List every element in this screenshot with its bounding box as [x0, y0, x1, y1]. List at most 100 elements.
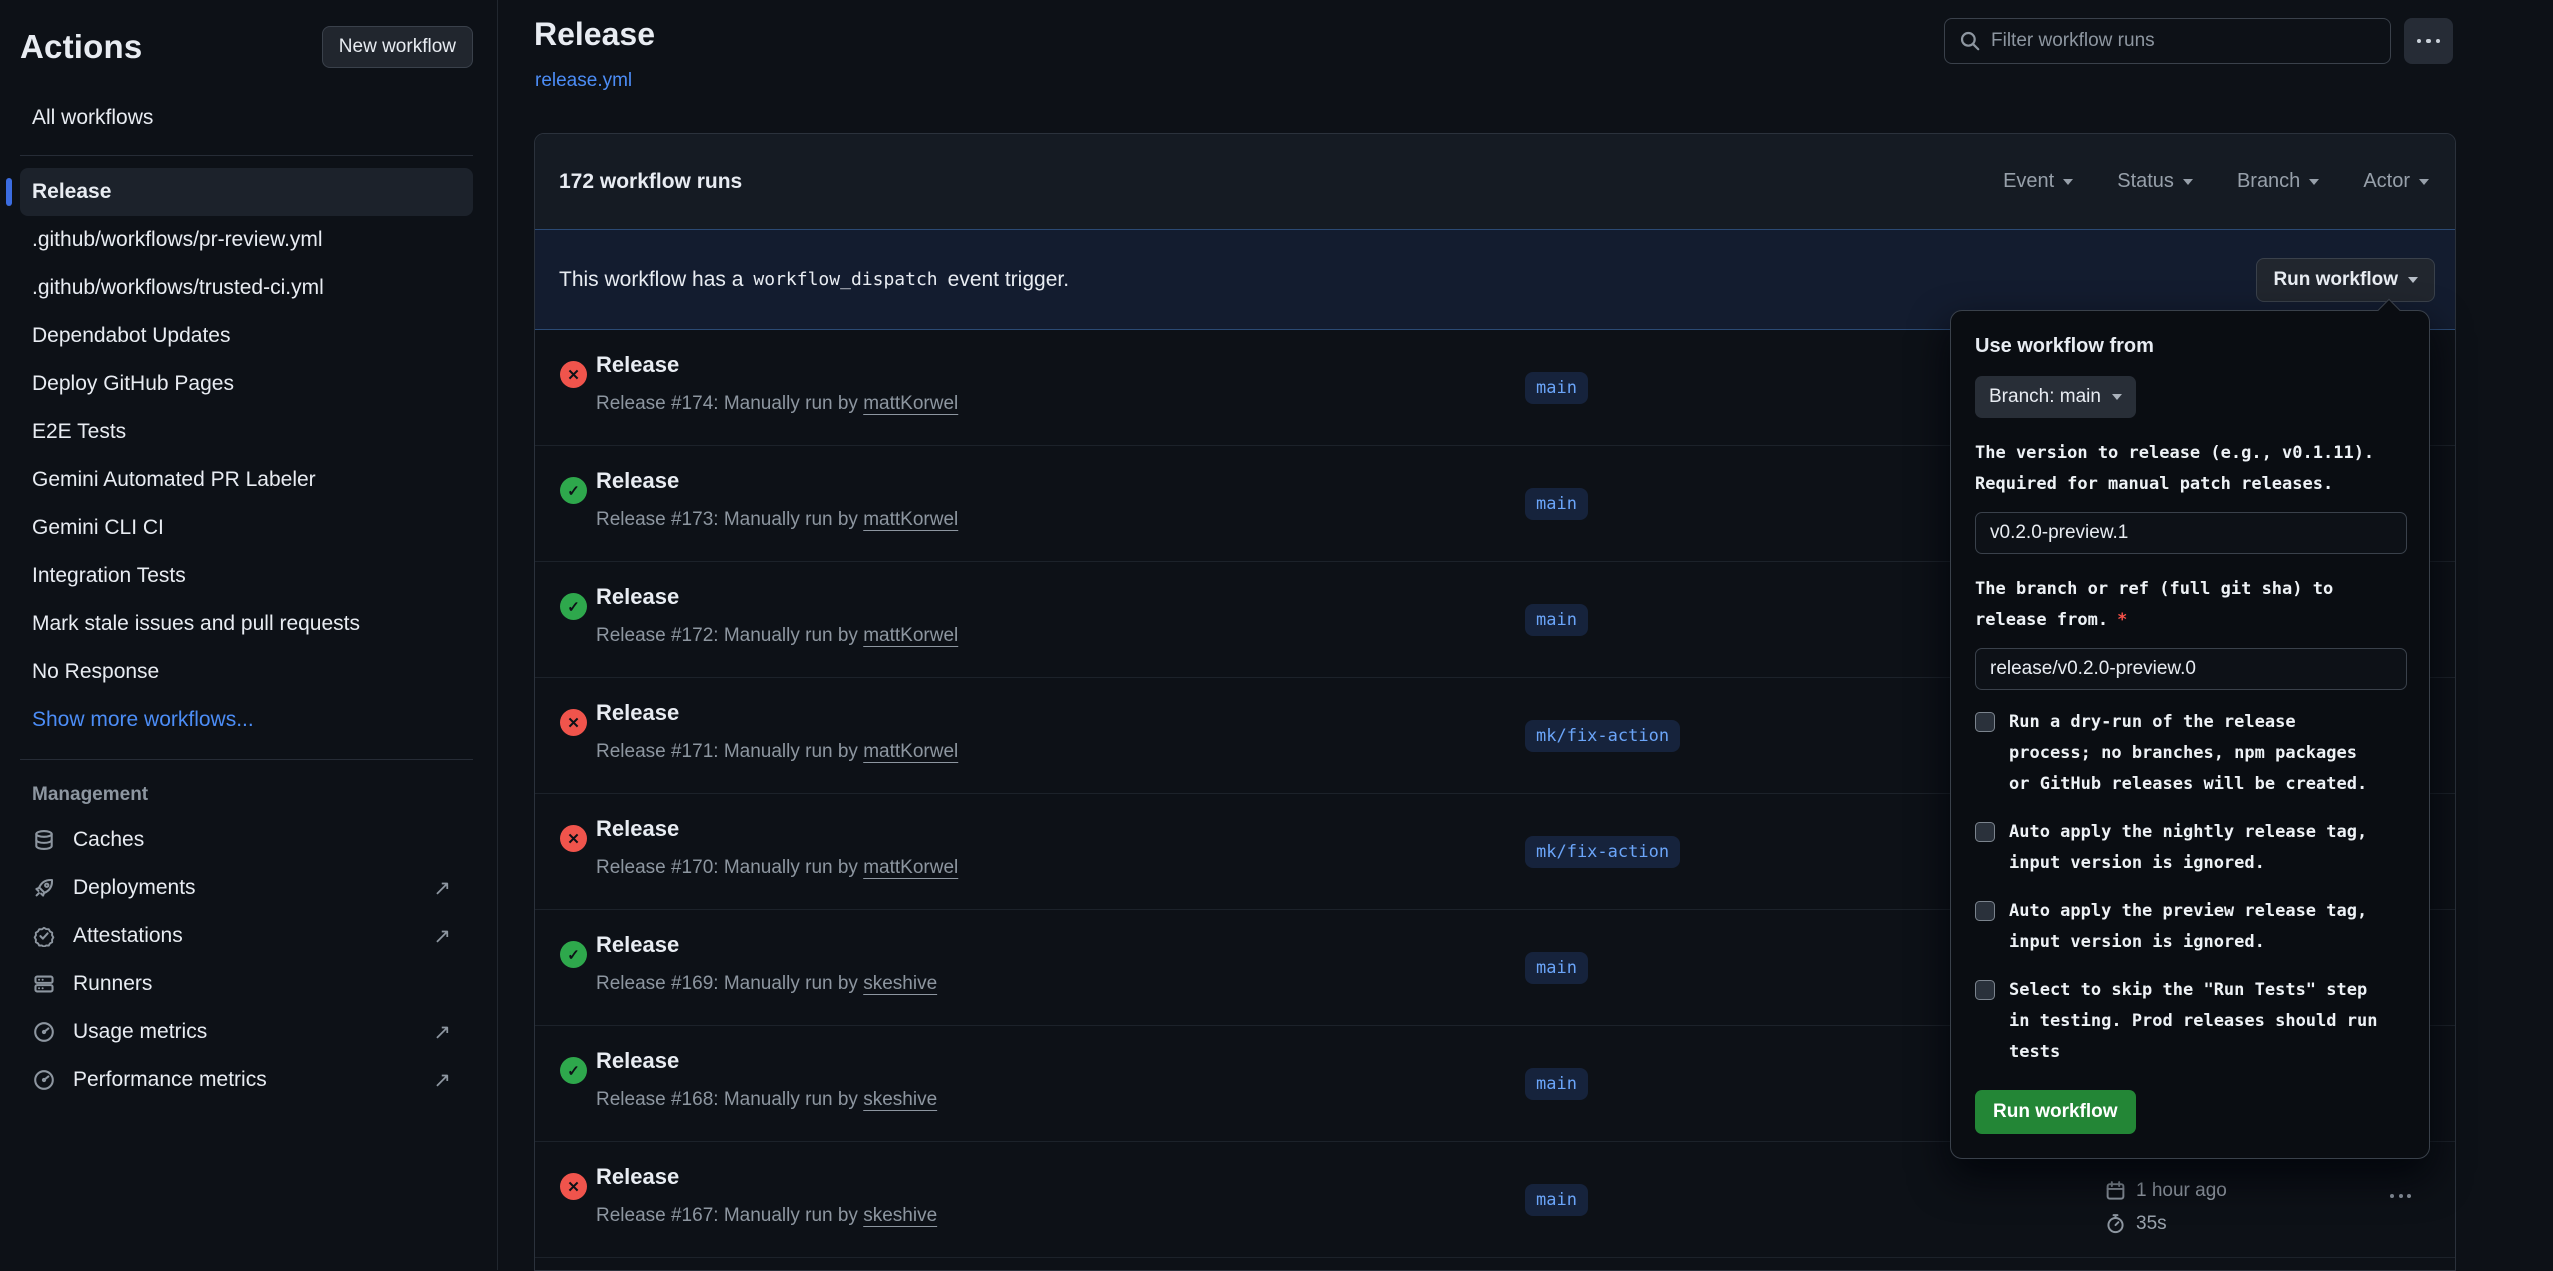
run-description: Release #167: Manually run by skeshive — [596, 1205, 937, 1227]
run-actor-link[interactable]: mattKorwel — [863, 741, 958, 762]
sidebar-item-usage-metrics[interactable]: Usage metrics ↗ — [20, 1008, 473, 1056]
branch-badge[interactable]: main — [1525, 372, 1588, 404]
version-input-description: The version to release (e.g., v0.1.11). … — [1975, 438, 2407, 500]
sidebar-item-workflow[interactable]: .github/workflows/pr-review.yml — [20, 216, 473, 264]
run-actor-link[interactable]: mattKorwel — [863, 625, 958, 646]
run-title-link[interactable]: Release — [596, 468, 679, 494]
run-description-text: Release #168: Manually run by — [596, 1089, 863, 1110]
sidebar-item-label: Usage metrics — [73, 1020, 207, 1044]
filter-actor[interactable]: Actor — [2363, 170, 2429, 193]
run-actor-link[interactable]: skeshive — [863, 1089, 937, 1110]
skip-tests-checkbox[interactable] — [1975, 980, 1995, 1000]
filter-status[interactable]: Status — [2117, 170, 2193, 193]
nightly-tag-checkbox[interactable] — [1975, 822, 1995, 842]
checkbox-row: Auto apply the nightly release tag, inpu… — [1975, 817, 2405, 879]
new-workflow-button[interactable]: New workflow — [322, 26, 473, 68]
run-meta: 1 hour ago 35s — [2105, 1174, 2227, 1240]
filter-branch[interactable]: Branch — [2237, 170, 2319, 193]
sidebar-item-label: Runners — [73, 972, 152, 996]
actions-sidebar: Actions New workflow All workflows Relea… — [0, 0, 498, 1270]
dry-run-checkbox[interactable] — [1975, 712, 1995, 732]
banner-text: event trigger. — [948, 268, 1069, 292]
sidebar-item-runners[interactable]: Runners — [20, 960, 473, 1008]
run-description-text: Release #170: Manually run by — [596, 857, 863, 878]
status-icon — [560, 1173, 587, 1200]
run-actor-link[interactable]: mattKorwel — [863, 509, 958, 530]
filter-label: Event — [2003, 170, 2054, 193]
run-actor-link[interactable]: mattKorwel — [863, 393, 958, 414]
run-actor-link[interactable]: skeshive — [863, 1205, 937, 1226]
sidebar-item-release[interactable]: Release — [20, 168, 473, 216]
show-more-workflows-link[interactable]: Show more workflows... — [20, 696, 473, 744]
sidebar-item-label: Deployments — [73, 876, 196, 900]
divider — [20, 759, 473, 760]
sidebar-item-workflow[interactable]: No Response — [20, 648, 473, 696]
ref-description-text: The branch or ref (full git sha) to rele… — [1975, 579, 2333, 630]
run-options-kebab-button[interactable] — [2390, 1194, 2411, 1198]
sidebar-item-workflow[interactable]: Mark stale issues and pull requests — [20, 600, 473, 648]
sidebar-item-workflow[interactable]: Gemini CLI CI — [20, 504, 473, 552]
branch-selector-label: Branch: main — [1989, 386, 2101, 408]
run-title-link[interactable]: Release — [596, 1048, 679, 1074]
branch-badge[interactable]: mk/fix-action — [1525, 720, 1680, 752]
meter-icon — [32, 1020, 56, 1044]
status-icon — [560, 825, 587, 852]
run-workflow-dropdown-button[interactable]: Run workflow — [2256, 258, 2435, 302]
run-title-link[interactable]: Release — [596, 816, 679, 842]
external-link-icon: ↗ — [433, 924, 451, 949]
run-title-link[interactable]: Release — [596, 584, 679, 610]
run-description-text: Release #169: Manually run by — [596, 973, 863, 994]
run-workflow-submit-button[interactable]: Run workflow — [1975, 1090, 2136, 1134]
run-title-link[interactable]: Release — [596, 352, 679, 378]
run-time: 1 hour ago — [2136, 1180, 2227, 1202]
branch-badge[interactable]: mk/fix-action — [1525, 836, 1680, 868]
sidebar-item-attestations[interactable]: Attestations ↗ — [20, 912, 473, 960]
event-code: workflow_dispatch — [753, 269, 937, 290]
version-input[interactable] — [1975, 512, 2407, 554]
filter-workflow-runs-input[interactable] — [1944, 18, 2391, 64]
rocket-icon — [32, 876, 56, 900]
chevron-down-icon — [2309, 179, 2319, 185]
branch-badge[interactable]: main — [1525, 1184, 1588, 1216]
sidebar-item-label: Performance metrics — [73, 1068, 267, 1092]
branch-badge[interactable]: main — [1525, 952, 1588, 984]
sidebar-item-caches[interactable]: Caches — [20, 816, 473, 864]
sidebar-item-deployments[interactable]: Deployments ↗ — [20, 864, 473, 912]
sidebar-item-label: Attestations — [73, 924, 183, 948]
run-description-text: Release #171: Manually run by — [596, 741, 863, 762]
run-description-text: Release #167: Manually run by — [596, 1205, 863, 1226]
ref-input-description: The branch or ref (full git sha) to rele… — [1975, 574, 2407, 636]
sidebar-item-workflow[interactable]: .github/workflows/trusted-ci.yml — [20, 264, 473, 312]
run-title-link[interactable]: Release — [596, 932, 679, 958]
sidebar-item-label: Caches — [73, 828, 144, 852]
sidebar-item-workflow[interactable]: Gemini Automated PR Labeler — [20, 456, 473, 504]
run-description: Release #169: Manually run by skeshive — [596, 973, 937, 995]
branch-badge[interactable]: main — [1525, 604, 1588, 636]
sidebar-item-workflow[interactable]: E2E Tests — [20, 408, 473, 456]
run-title-link[interactable]: Release — [596, 700, 679, 726]
ref-input[interactable] — [1975, 648, 2407, 690]
workflow-options-kebab-button[interactable] — [2404, 18, 2453, 64]
checkbox-row: Auto apply the preview release tag, inpu… — [1975, 896, 2405, 958]
sidebar-item-all-workflows[interactable]: All workflows — [20, 96, 473, 140]
status-icon — [560, 477, 587, 504]
sidebar-item-workflow[interactable]: Dependabot Updates — [20, 312, 473, 360]
sidebar-item-workflow[interactable]: Deploy GitHub Pages — [20, 360, 473, 408]
list-toolbar — [1944, 18, 2453, 64]
run-actor-link[interactable]: skeshive — [863, 973, 937, 994]
workflow-file-link[interactable]: release.yml — [535, 70, 632, 92]
preview-tag-checkbox[interactable] — [1975, 901, 1995, 921]
run-title-link[interactable]: Release — [596, 1164, 679, 1190]
sidebar-item-workflow[interactable]: Integration Tests — [20, 552, 473, 600]
branch-badge[interactable]: main — [1525, 488, 1588, 520]
filter-event[interactable]: Event — [2003, 170, 2073, 193]
run-description: Release #172: Manually run by mattKorwel — [596, 625, 958, 647]
run-workflow-popover: Use workflow from Branch: main The versi… — [1950, 310, 2430, 1159]
run-actor-link[interactable]: mattKorwel — [863, 857, 958, 878]
database-icon — [32, 828, 56, 852]
verified-icon — [32, 924, 56, 948]
chevron-down-icon — [2112, 394, 2122, 400]
sidebar-item-performance-metrics[interactable]: Performance metrics ↗ — [20, 1056, 473, 1104]
branch-selector-button[interactable]: Branch: main — [1975, 376, 2136, 418]
branch-badge[interactable]: main — [1525, 1068, 1588, 1100]
